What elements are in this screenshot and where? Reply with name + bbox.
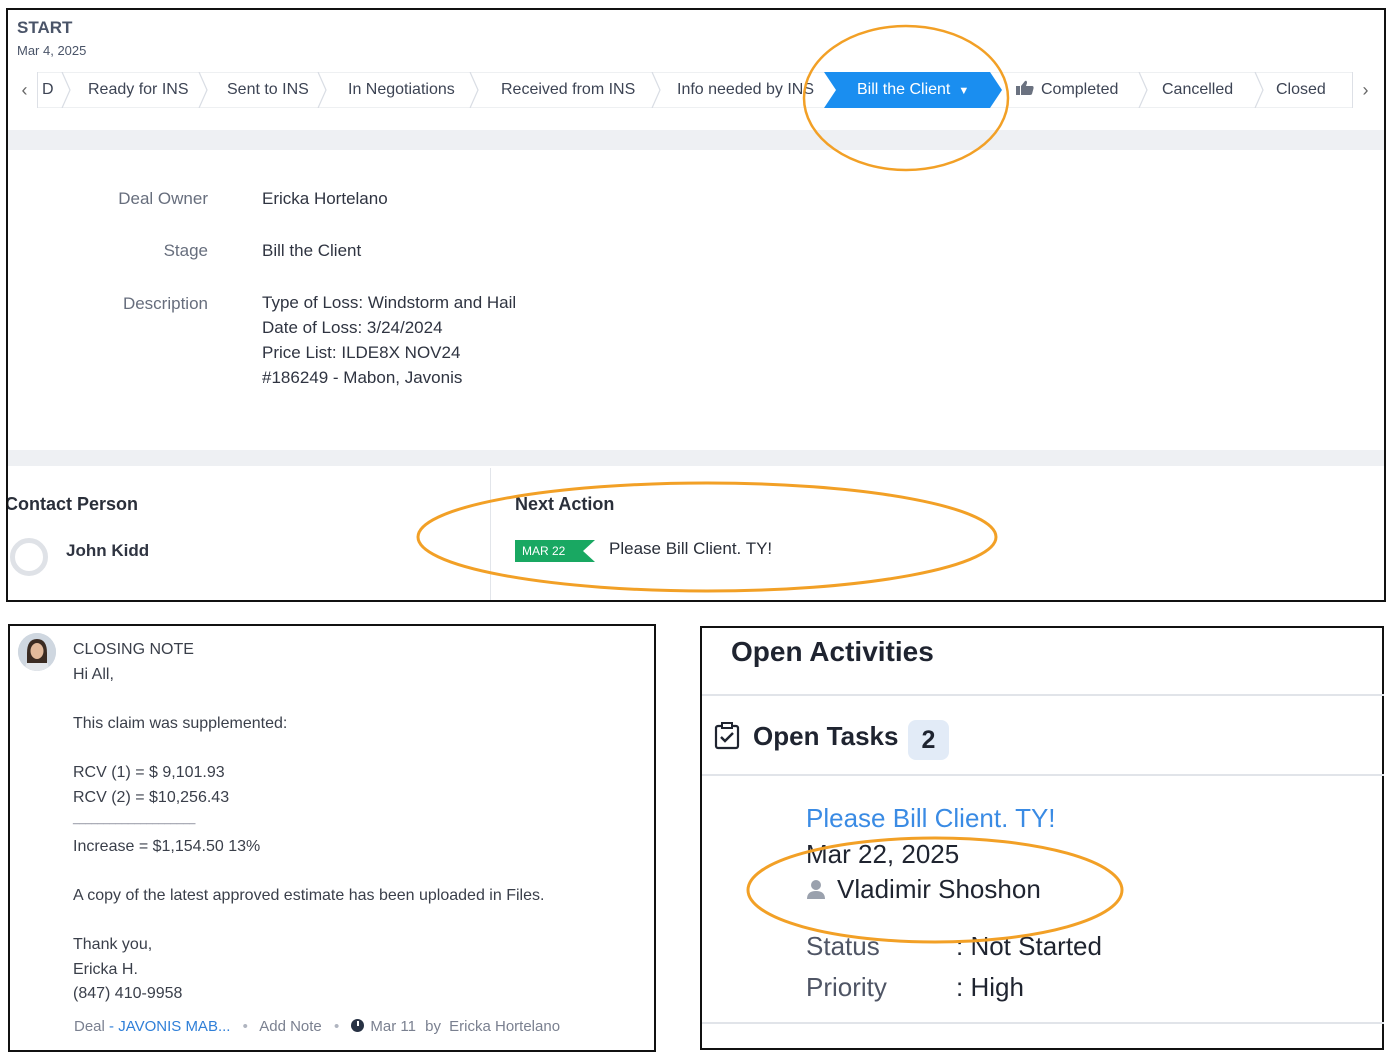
note-title: CLOSING NOTE	[73, 641, 194, 658]
description-label: Description	[122, 294, 208, 313]
note-line: RCV (1) = $ 9,101.93	[73, 763, 225, 781]
status-value: : Not Started	[956, 931, 1102, 961]
deal-owner-label: Deal Owner	[118, 189, 208, 208]
stage-closed[interactable]: Closed	[1276, 72, 1326, 108]
by-label: by	[425, 1018, 441, 1035]
stage-bill-the-client[interactable]: Bill the Client ▼	[857, 72, 969, 108]
stage-bill-the-client-label: Bill the Client	[857, 81, 951, 98]
note-line	[73, 909, 544, 934]
add-note-link[interactable]: Add Note	[259, 1018, 322, 1035]
closing-note-panel: CLOSING NOTE Hi All, This claim was supp…	[8, 624, 656, 1052]
task-checkbox-icon	[714, 722, 740, 750]
thumbs-up-icon	[1016, 80, 1034, 95]
stage-partial[interactable]: D	[42, 72, 54, 108]
note-line	[73, 687, 544, 712]
next-action-heading: Next Action	[515, 494, 615, 514]
note-line: A copy of the latest approved estimate h…	[73, 886, 545, 904]
priority-label: Priority	[806, 972, 887, 1002]
stage-in-negotiations[interactable]: In Negotiations	[348, 72, 455, 108]
section-divider	[8, 450, 1384, 466]
stage-completed-label: Completed	[1041, 81, 1119, 98]
description-line: Price List: ILDE8X NOV24	[262, 343, 461, 362]
stage-received-from-ins[interactable]: Received from INS	[501, 72, 635, 108]
next-action-text[interactable]: Please Bill Client. TY!	[609, 539, 772, 559]
caret-down-icon[interactable]: ▼	[958, 85, 969, 97]
author-avatar-image	[18, 633, 56, 671]
stage-sent-to-ins[interactable]: Sent to INS	[227, 72, 309, 108]
task-title-link[interactable]: Please Bill Client. TY!	[806, 803, 1056, 834]
contact-name[interactable]: John Kidd	[66, 541, 149, 561]
chevron-right-icon[interactable]: ›	[1352, 72, 1378, 108]
open-activities-title: Open Activities	[731, 636, 934, 667]
open-tasks-count: 2	[908, 720, 949, 760]
open-activities-panel: Open Activities Open Tasks 2 Please Bill…	[700, 626, 1384, 1050]
stage-completed[interactable]: Completed	[1015, 72, 1118, 108]
task-due-date: Mar 22, 2025	[806, 839, 960, 869]
divider	[702, 1022, 1384, 1024]
stage-value: Bill the Client	[262, 241, 362, 260]
task-owner[interactable]: Vladimir Shoshon	[837, 874, 1041, 905]
contact-avatar[interactable]	[10, 538, 48, 576]
stage-pipeline: ‹ D Ready for INS Sent to INS In Negotia…	[12, 72, 1378, 108]
start-title: START	[17, 18, 73, 37]
note-footer: Deal - JAVONIS MAB... • Add Note • Mar 1…	[74, 1018, 561, 1035]
section-divider	[8, 130, 1384, 150]
stage-ready-for-ins[interactable]: Ready for INS	[88, 72, 188, 108]
note-line: This claim was supplemented:	[73, 714, 288, 732]
note-line: Thank you,	[73, 936, 153, 954]
note-line	[73, 736, 544, 761]
contact-person-heading: Contact Person	[6, 494, 139, 514]
description-line: #186249 - Mabon, Javonis	[262, 368, 463, 387]
user-icon	[807, 880, 825, 899]
note-line: Hi All,	[73, 665, 114, 683]
deal-owner-value: Ericka Hortelano	[262, 189, 388, 208]
divider	[702, 774, 1384, 776]
stage-label: Stage	[163, 241, 208, 260]
chevron-left-icon[interactable]: ‹	[12, 72, 38, 108]
stage-info-needed-by-ins[interactable]: Info needed by INS	[677, 72, 814, 108]
note-line: ____________________	[73, 813, 196, 826]
status-label: Status	[806, 931, 880, 961]
note-line: (847) 410-9958	[73, 985, 183, 1003]
next-action-date-tag: MAR 22	[515, 540, 595, 562]
open-tasks-label[interactable]: Open Tasks	[753, 721, 898, 752]
note-body: CLOSING NOTE Hi All, This claim was supp…	[73, 638, 544, 1007]
clock-icon	[351, 1019, 365, 1032]
start-date: Mar 4, 2025	[17, 43, 87, 58]
column-divider	[490, 468, 491, 600]
deal-detail-panel: START Mar 4, 2025 ‹ D Ready for INS Sent…	[6, 8, 1386, 602]
note-author: Ericka Hortelano	[449, 1018, 561, 1035]
note-line	[73, 859, 544, 884]
note-line: RCV (2) = $10,256.43	[73, 788, 230, 806]
author-avatar	[18, 633, 56, 671]
description-line: Date of Loss: 3/24/2024	[262, 318, 443, 337]
priority-value: : High	[956, 972, 1024, 1002]
deal-label: Deal	[74, 1018, 105, 1035]
description-value: Type of Loss: Windstorm and Hail Date of…	[262, 290, 516, 390]
description-line: Type of Loss: Windstorm and Hail	[262, 293, 517, 312]
note-line: Increase = $1,154.50 13%	[73, 837, 261, 855]
deal-link[interactable]: JAVONIS MAB...	[118, 1018, 230, 1035]
note-line: Ericka H.	[73, 960, 138, 978]
stage-cancelled[interactable]: Cancelled	[1162, 72, 1233, 108]
next-action-date: MAR 22	[522, 544, 566, 558]
divider	[702, 694, 1384, 696]
note-date: Mar 11	[370, 1018, 416, 1035]
